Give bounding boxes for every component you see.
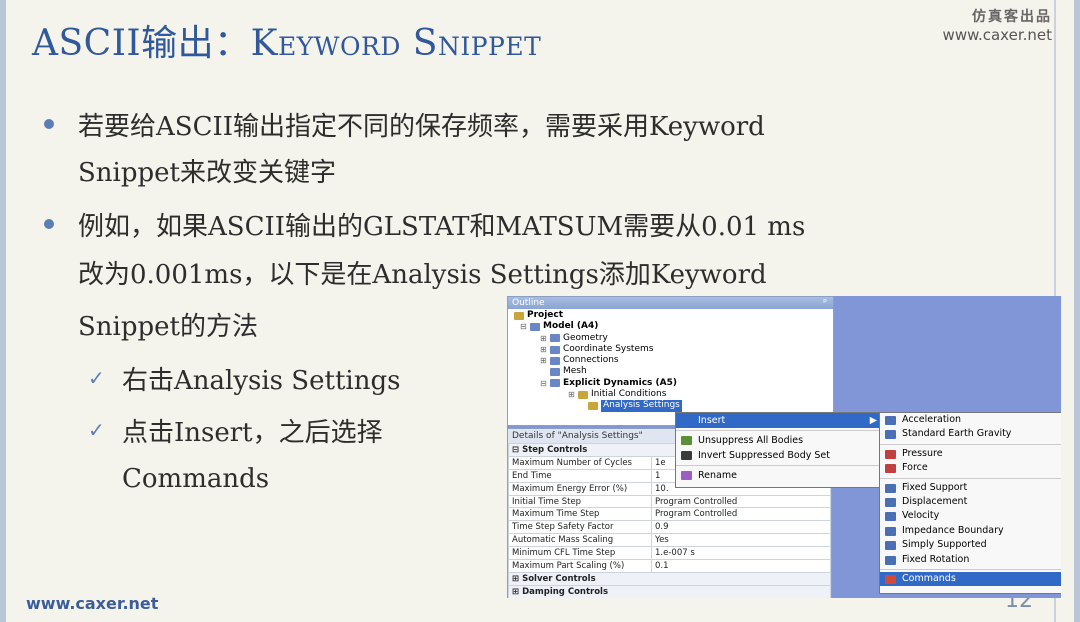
table-row[interactable]: Maximum Time Step Program Controlled	[508, 507, 831, 522]
sub-bullet-1: 右击Analysis Settings	[122, 366, 401, 396]
fixed-rotation-icon	[885, 555, 896, 565]
pressure-icon	[885, 449, 896, 459]
bullet-2-line-3: Snippet的方法	[78, 312, 258, 342]
sub-bullet-2-line-1: 点击Insert，之后选择	[122, 418, 383, 448]
table-row[interactable]: Automatic Mass Scaling Yes	[508, 533, 831, 548]
model-icon	[530, 322, 540, 331]
check-icon: ✓	[88, 418, 105, 442]
expand-icon[interactable]: ⊞	[568, 389, 575, 400]
tree-item-connections[interactable]: ⊞ Connections	[514, 355, 833, 366]
brand-name: 仿真客出品	[972, 9, 1052, 25]
menu-divider	[676, 465, 882, 466]
menu-divider	[880, 477, 1061, 479]
gravity-icon	[885, 430, 896, 440]
coordinate-icon	[550, 345, 560, 354]
context-menu: Insert ▶ Unsuppress All Bodies Invert Sup…	[675, 412, 883, 488]
simply-supported-icon	[885, 541, 896, 551]
slide-title: ASCII输出：Keyword Snippet	[32, 23, 542, 64]
commands-icon	[885, 574, 896, 584]
project-icon	[514, 311, 524, 320]
collapse-icon[interactable]: ⊟	[540, 378, 547, 389]
outline-header: Outline ᵖ	[508, 297, 833, 309]
sub-bullet-2-line-2: Commands	[122, 464, 270, 494]
tree-item-analysis-settings[interactable]: Analysis Settings	[514, 400, 833, 412]
tree-item-mesh[interactable]: Mesh	[514, 366, 833, 377]
table-row[interactable]: Initial Time Step Program Controlled	[508, 494, 831, 509]
menu-item-displacement[interactable]: Displacement	[880, 495, 1061, 509]
fixed-support-icon	[885, 483, 896, 493]
explicit-dynamics-icon	[550, 379, 560, 388]
table-row[interactable]: Minimum CFL Time Step 1.e-007 s	[508, 546, 831, 561]
mesh-icon	[550, 368, 560, 377]
collapse-icon[interactable]: ⊟	[520, 321, 527, 332]
force-icon	[885, 464, 896, 474]
rename-icon	[681, 471, 692, 480]
bullet-2-line-1: 例如，如果ASCII输出的GLSTAT和MATSUM需要从0.01 ms	[78, 212, 806, 242]
table-row[interactable]: Time Step Safety Factor 0.9	[508, 520, 831, 535]
menu-item-impedance-boundary[interactable]: Impedance Boundary	[880, 524, 1061, 538]
unsuppress-icon	[681, 436, 692, 445]
velocity-icon	[885, 512, 896, 522]
outline-tree: Project ⊟ Model (A4) ⊞ Geometry ⊞ Coordinat…	[508, 309, 833, 412]
menu-item-acceleration[interactable]: Acceleration	[880, 413, 1061, 427]
menu-item-commands[interactable]: Commands	[880, 571, 1061, 587]
menu-item-standard-earth-gravity[interactable]: Standard Earth Gravity	[880, 427, 1061, 441]
invert-icon	[681, 451, 692, 460]
menu-item-invert[interactable]: Invert Suppressed Body Set	[676, 448, 882, 463]
menu-item-simply-supported[interactable]: Simply Supported	[880, 538, 1061, 552]
bullet-1-line-1: 若要给ASCII输出指定不同的保存频率，需要采用Keyword	[78, 112, 765, 142]
geometry-icon	[550, 334, 560, 343]
footer-url: www.caxer.net	[26, 594, 159, 613]
menu-item-fixed-rotation[interactable]: Fixed Rotation	[880, 553, 1061, 567]
brand-url: www.caxer.net	[942, 26, 1052, 44]
menu-item-insert[interactable]: Insert ▶	[676, 413, 882, 428]
menu-item-pressure[interactable]: Pressure	[880, 447, 1061, 461]
group-solver-controls[interactable]: ⊞ Solver Controls	[508, 571, 831, 586]
tree-item-model[interactable]: ⊟ Model (A4)	[514, 321, 833, 332]
brand-logo: 仿真客出品 www.caxer.net	[943, 6, 1052, 44]
tree-item-explicit-dynamics[interactable]: ⊟ Explicit Dynamics (A5)	[514, 378, 833, 389]
tree-item-project[interactable]: Project	[514, 310, 833, 321]
tree-item-geometry[interactable]: ⊞ Geometry	[514, 333, 833, 344]
menu-divider	[880, 568, 1061, 570]
insert-submenu: Acceleration Standard Earth Gravity Pres…	[879, 412, 1061, 594]
menu-item-unsuppress[interactable]: Unsuppress All Bodies	[676, 433, 882, 448]
expand-icon[interactable]: ⊞	[512, 574, 522, 584]
submenu-arrow-icon: ▶	[869, 415, 877, 426]
check-icon: ✓	[88, 366, 105, 390]
impedance-icon	[885, 526, 896, 536]
outline-panel: Outline ᵖ Project ⊟ Model (A4) ⊞ Geometry ⊞…	[507, 296, 834, 426]
initial-conditions-icon	[578, 390, 588, 399]
menu-item-rename[interactable]: Rename	[676, 468, 882, 483]
ansys-screenshot: Outline ᵖ Project ⊟ Model (A4) ⊞ Geometry ⊞…	[507, 296, 1061, 598]
bullet-2-line-2: 改为0.001ms，以下是在Analysis Settings添加Keyword	[78, 260, 767, 290]
bullet-1-line-2: Snippet来改变关键字	[78, 158, 336, 188]
analysis-settings-icon	[588, 402, 598, 411]
menu-divider	[676, 430, 882, 431]
group-damping-controls[interactable]: ⊞ Damping Controls	[508, 584, 831, 598]
menu-item-force[interactable]: Force	[880, 461, 1061, 475]
displacement-icon	[885, 497, 896, 507]
tree-item-coordinate-systems[interactable]: ⊞ Coordinate Systems	[514, 344, 833, 355]
acceleration-icon	[885, 416, 896, 425]
menu-divider	[880, 443, 1061, 445]
connections-icon	[550, 356, 560, 365]
menu-item-velocity[interactable]: Velocity	[880, 509, 1061, 523]
expand-icon[interactable]: ⊞	[540, 333, 547, 344]
expand-icon[interactable]: ⊞	[540, 355, 547, 366]
expand-icon[interactable]: ⊞	[540, 344, 547, 355]
menu-item-fixed-support[interactable]: Fixed Support	[880, 481, 1061, 495]
expand-icon[interactable]: ⊞	[512, 587, 522, 597]
pin-icon[interactable]: ᵖ	[823, 297, 827, 309]
table-row[interactable]: Maximum Part Scaling (%) 0.1	[508, 559, 831, 573]
collapse-icon[interactable]: ⊟	[512, 445, 522, 455]
tree-item-initial-conditions[interactable]: ⊞ Initial Conditions	[514, 389, 833, 400]
